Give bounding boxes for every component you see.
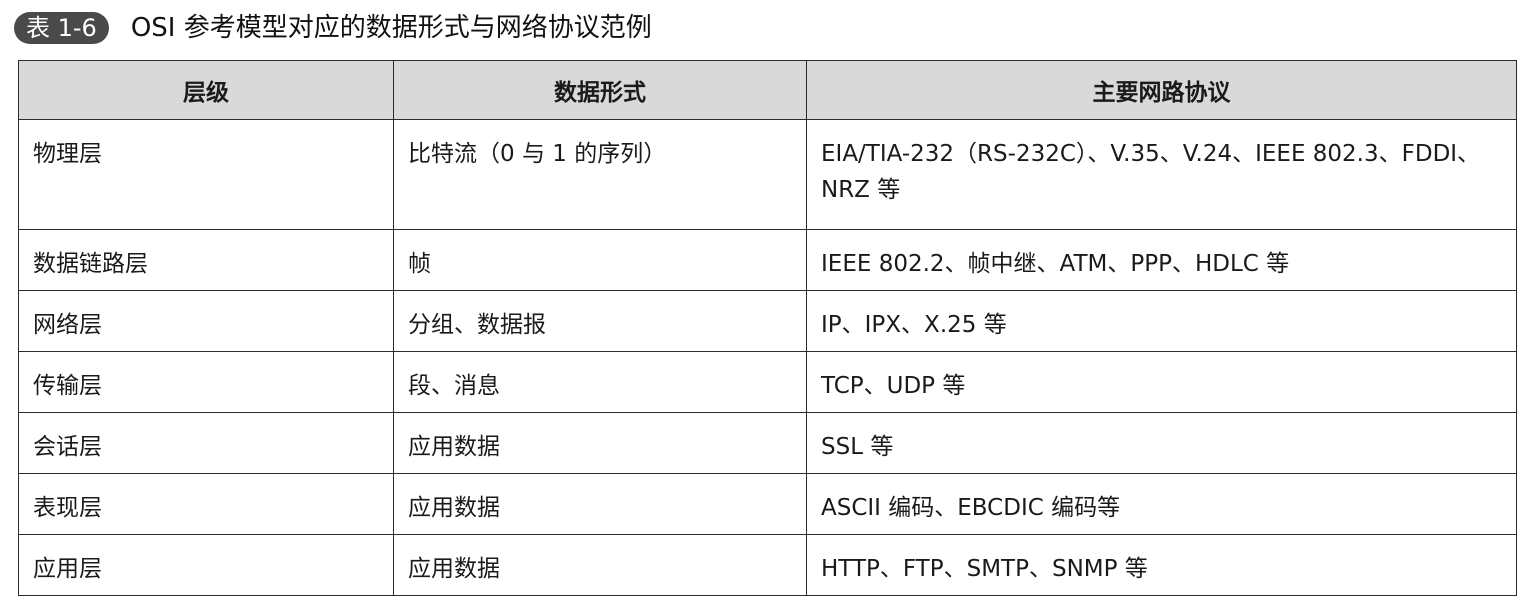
- cell-data-form: 帧: [393, 229, 807, 291]
- cell-data-form: 段、消息: [393, 351, 807, 413]
- table-header-row: 层级 数据形式 主要网路协议: [18, 60, 1517, 120]
- header-data-form: 数据形式: [393, 60, 807, 120]
- cell-data-form: 比特流（0 与 1 的序列）: [393, 119, 807, 230]
- table-row: 会话层 应用数据 SSL 等: [18, 412, 1517, 474]
- cell-layer: 应用层: [18, 534, 394, 596]
- cell-layer: 表现层: [18, 473, 394, 535]
- table-number-badge: 表 1-6: [14, 12, 109, 44]
- cell-protocols: IP、IPX、X.25 等: [806, 290, 1517, 352]
- cell-layer: 数据链路层: [18, 229, 394, 291]
- cell-data-form: 应用数据: [393, 412, 807, 474]
- cell-layer: 传输层: [18, 351, 394, 413]
- cell-protocols: EIA/TIA-232（RS-232C）、V.35、V.24、IEEE 802.…: [806, 119, 1517, 230]
- cell-protocols: IEEE 802.2、帧中继、ATM、PPP、HDLC 等: [806, 229, 1517, 291]
- header-layer: 层级: [18, 60, 394, 120]
- cell-data-form: 应用数据: [393, 534, 807, 596]
- table-row: 数据链路层 帧 IEEE 802.2、帧中继、ATM、PPP、HDLC 等: [18, 229, 1517, 291]
- table-row: 应用层 应用数据 HTTP、FTP、SMTP、SNMP 等: [18, 534, 1517, 596]
- cell-data-form: 应用数据: [393, 473, 807, 535]
- osi-protocol-table: 层级 数据形式 主要网路协议 物理层 比特流（0 与 1 的序列） EIA/TI…: [18, 60, 1517, 596]
- cell-layer: 物理层: [18, 119, 394, 230]
- table-row: 网络层 分组、数据报 IP、IPX、X.25 等: [18, 290, 1517, 352]
- table-title: OSI 参考模型对应的数据形式与网络协议范例: [130, 13, 652, 43]
- table-row: 物理层 比特流（0 与 1 的序列） EIA/TIA-232（RS-232C）、…: [18, 119, 1517, 230]
- table-caption: 表 1-6 OSI 参考模型对应的数据形式与网络协议范例: [14, 8, 652, 48]
- cell-protocols: HTTP、FTP、SMTP、SNMP 等: [806, 534, 1517, 596]
- cell-data-form: 分组、数据报: [393, 290, 807, 352]
- cell-protocols: TCP、UDP 等: [806, 351, 1517, 413]
- cell-protocols: SSL 等: [806, 412, 1517, 474]
- header-protocols: 主要网路协议: [806, 60, 1517, 120]
- table-row: 传输层 段、消息 TCP、UDP 等: [18, 351, 1517, 413]
- table-row: 表现层 应用数据 ASCII 编码、EBCDIC 编码等: [18, 473, 1517, 535]
- cell-protocols: ASCII 编码、EBCDIC 编码等: [806, 473, 1517, 535]
- cell-layer: 会话层: [18, 412, 394, 474]
- cell-layer: 网络层: [18, 290, 394, 352]
